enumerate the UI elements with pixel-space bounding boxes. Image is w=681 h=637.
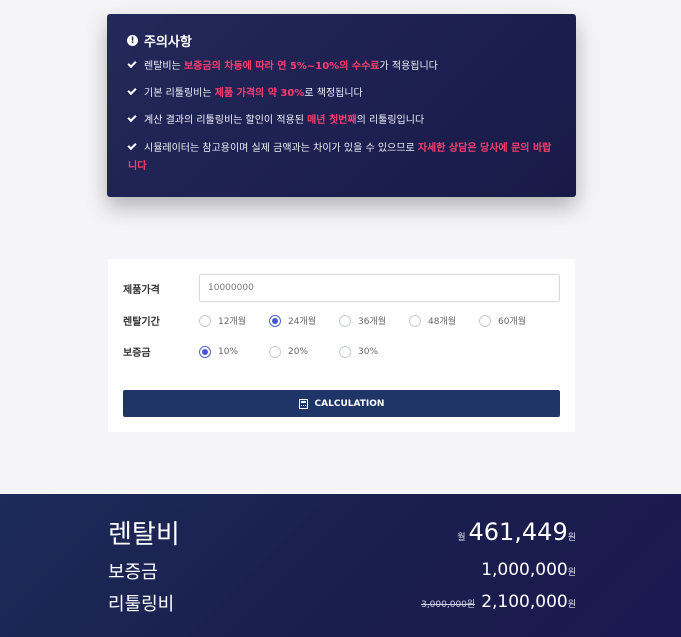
retooling-label: 리툴링비: [108, 594, 175, 615]
period-label: 렌탈기간: [123, 317, 160, 328]
period-option-24[interactable]: 24개월: [269, 314, 316, 327]
notice-highlight: 제품 가격의 약 30%: [214, 88, 305, 99]
period-option-60[interactable]: 60개월: [479, 314, 526, 327]
calculator-form: 제품가격 10000000 렌탈기간 12개월 24개월 36개월 48개월 6…: [108, 259, 575, 432]
result-panel: 렌탈비 월 461,449 원 보증금 1,000,000 원 리툴링비 3,0…: [0, 494, 681, 637]
radio-circle: [199, 314, 211, 327]
radio-label: 12개월: [218, 317, 247, 327]
radio-label: 20%: [288, 347, 309, 357]
notice-item: 계산 결과의 리툴링비는 할인이 적용된 매년 첫번째의 리툴링입니다: [127, 112, 556, 130]
notice-item: 렌탈비는 보증금의 차등에 따라 연 5%~10%의 수수료가 적용됩니다: [127, 58, 556, 76]
notice-panel: ! 주의사항 렌탈비는 보증금의 차등에 따라 연 5%~10%의 수수료가 적…: [107, 14, 576, 197]
notice-text: 렌탈비는: [144, 61, 184, 72]
radio-label: 30%: [358, 347, 379, 357]
radio-circle: [339, 346, 351, 358]
period-option-36[interactable]: 36개월: [339, 314, 386, 327]
deposit-result-label: 보증금: [108, 562, 158, 583]
radio-label: 36개월: [358, 317, 387, 327]
radio-circle: [269, 346, 281, 358]
notice-text: 시뮬레이터는 참고용이며 실제 금액과는 차이가 있을 수 있으므로: [144, 143, 418, 154]
rental-fee-label: 렌탈비: [108, 520, 180, 550]
radio-label: 10%: [218, 347, 239, 357]
retooling-amount: 2,100,000: [481, 592, 568, 612]
calculate-button[interactable]: CALCULATION: [123, 390, 560, 417]
deposit-amount: 1,000,000: [481, 560, 568, 580]
deposit-label: 보증금: [123, 348, 151, 359]
check-icon: [127, 112, 137, 123]
notice-highlight: 보증금의 차등에 따라 연 5%~10%의 수수료: [183, 61, 380, 72]
exclamation-icon: !: [127, 35, 138, 46]
calculator-icon: [298, 398, 308, 409]
notice-text: 가 적용됩니다: [379, 61, 438, 72]
monthly-prefix: 월: [457, 533, 466, 543]
notice-item: 기본 리툴링비는 제품 가격의 약 30%로 책정됩니다: [127, 85, 556, 103]
notice-title-text: 주의사항: [144, 35, 192, 50]
notice-text: 로 책정됩니다: [304, 88, 363, 99]
period-option-12[interactable]: 12개월: [199, 314, 246, 327]
currency-unit: 원: [567, 600, 576, 610]
radio-circle: [479, 314, 491, 327]
notice-text: 계산 결과의 리툴링비는 할인이 적용된: [144, 115, 308, 126]
notice-text: 기본 리툴링비는: [144, 88, 215, 99]
notice-item: 시뮬레이터는 참고용이며 실제 금액과는 차이가 있을 수 있으므로 자세한 상…: [127, 140, 556, 176]
check-icon: [127, 85, 137, 96]
deposit-option-20[interactable]: 20%: [269, 346, 308, 358]
check-icon: [127, 140, 137, 151]
currency-unit: 원: [567, 568, 576, 578]
notice-text: 의 리툴링입니다: [356, 115, 425, 126]
retooling-value: 3,000,000원 2,100,000 원: [421, 592, 576, 612]
currency-unit: 원: [567, 533, 576, 543]
calculate-button-label: CALCULATION: [314, 398, 385, 409]
notice-highlight: 매년 첫번째: [307, 115, 357, 126]
check-icon: [127, 58, 137, 69]
radio-label: 48개월: [428, 317, 457, 327]
radio-label: 60개월: [498, 317, 527, 327]
period-option-48[interactable]: 48개월: [409, 314, 456, 327]
original-price: 3,000,000원: [421, 600, 476, 610]
price-input[interactable]: 10000000: [199, 274, 560, 302]
deposit-option-10[interactable]: 10%: [199, 346, 238, 358]
rental-fee-value: 월 461,449 원: [457, 518, 576, 546]
radio-circle-selected: [269, 314, 281, 327]
radio-circle-selected: [199, 346, 211, 358]
price-label: 제품가격: [123, 285, 160, 296]
radio-label: 24개월: [288, 317, 317, 327]
price-input-value: 10000000: [208, 283, 254, 293]
radio-circle: [339, 314, 351, 327]
rental-amount: 461,449: [468, 518, 568, 546]
notice-title: ! 주의사항: [127, 31, 192, 50]
radio-circle: [409, 314, 421, 327]
deposit-option-30[interactable]: 30%: [339, 346, 378, 358]
deposit-result-value: 1,000,000 원: [481, 560, 576, 580]
